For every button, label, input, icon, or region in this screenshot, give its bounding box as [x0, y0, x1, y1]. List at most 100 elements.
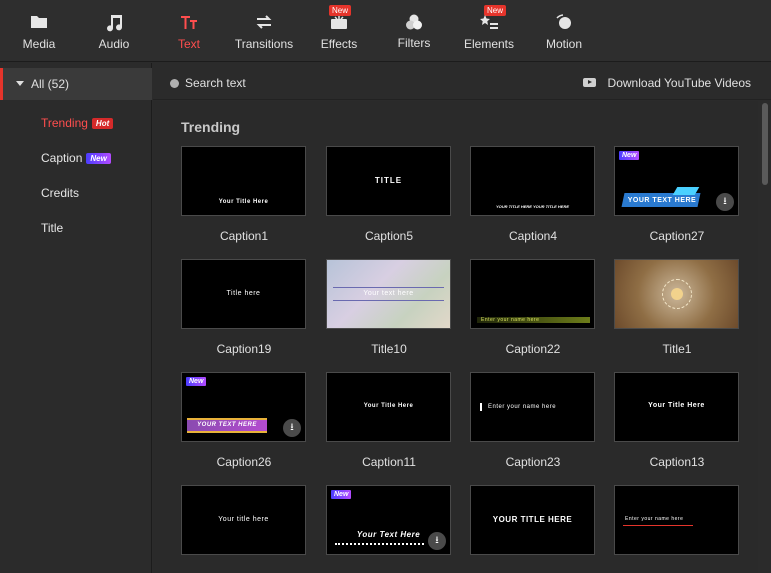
template-card-caption26[interactable]: New YOUR TEXT HERE ⭳ Caption26	[181, 372, 307, 474]
template-card-title1[interactable]: Title1	[614, 259, 740, 361]
template-name: Title10	[371, 342, 407, 356]
template-thumbnail: YOUR TITLE HERE YOUR TITLE HERE	[470, 146, 595, 216]
divider-line	[333, 287, 444, 288]
caption-marker	[480, 403, 482, 411]
thumb-text: Title here	[226, 290, 261, 297]
template-thumbnail: Your title here	[181, 485, 306, 555]
filters-icon	[406, 14, 422, 30]
template-card-caption23[interactable]: Enter your name here Caption23	[470, 372, 596, 474]
thumb-text: Enter your name here	[481, 317, 540, 323]
tab-filters[interactable]: Filters	[379, 0, 449, 62]
template-name: Title1	[662, 342, 692, 356]
template-card-caption5[interactable]: TITLE Caption5	[326, 146, 452, 248]
template-card-caption11[interactable]: Your Title Here Caption11	[326, 372, 452, 474]
sidebar-item-label: Trending	[41, 116, 88, 130]
sidebar-item-title[interactable]: Title	[41, 221, 63, 235]
new-tag: New	[331, 490, 352, 499]
template-name: Caption26	[216, 455, 272, 469]
new-tag: New	[186, 377, 207, 386]
template-card[interactable]: Enter your name here	[614, 485, 740, 573]
sidebar-all-category[interactable]: All (52)	[0, 68, 152, 100]
template-thumbnail: TITLE	[326, 146, 451, 216]
tab-text[interactable]: Text	[154, 0, 224, 62]
template-name: Caption5	[364, 229, 414, 243]
template-name: Caption13	[649, 455, 705, 469]
tab-label: Motion	[545, 37, 583, 51]
motion-icon	[556, 14, 571, 29]
sidebar-item-caption[interactable]: Caption New	[41, 151, 111, 165]
template-thumbnail	[614, 259, 739, 329]
template-thumbnail: Enter your name here	[470, 259, 595, 329]
search-input[interactable]	[185, 74, 385, 92]
new-tag: New	[619, 151, 640, 160]
sidebar-all-label: All (52)	[31, 77, 70, 91]
template-card[interactable]: Your title here	[181, 485, 307, 573]
tab-motion[interactable]: Motion	[529, 0, 599, 62]
template-card-caption19[interactable]: Title here Caption19	[181, 259, 307, 361]
template-thumbnail: Your Title Here	[181, 146, 306, 216]
sidebar-item-trending[interactable]: Trending Hot	[41, 116, 114, 130]
template-name: Caption22	[505, 342, 561, 356]
template-card-caption1[interactable]: Your Title Here Caption1	[181, 146, 307, 248]
template-card[interactable]: New Your Text Here ⭳	[326, 485, 452, 573]
main-toolbar: Media Audio Text Transitions New Effects…	[0, 0, 771, 62]
template-thumbnail: YOUR TITLE HERE	[470, 485, 595, 555]
template-thumbnail: New Your Text Here ⭳	[326, 485, 451, 555]
template-card-caption4[interactable]: YOUR TITLE HERE YOUR TITLE HERE Caption4	[470, 146, 596, 248]
template-name: Caption23	[505, 455, 561, 469]
thumb-text: TITLE	[374, 176, 403, 185]
decorative-circle	[671, 288, 683, 300]
template-card-caption13[interactable]: Your Title Here Caption13	[614, 372, 740, 474]
text-templates-panel: Trending Your Title Here Caption1 TITLE …	[153, 101, 758, 573]
youtube-download-icon[interactable]	[583, 78, 596, 87]
sidebar-item-label: Credits	[41, 186, 80, 200]
template-name: Caption11	[362, 455, 416, 469]
template-card[interactable]: YOUR TITLE HERE	[470, 485, 596, 573]
template-thumbnail: Your Title Here	[326, 372, 451, 442]
template-thumbnail: New YOUR TEXT HERE ⭳	[181, 372, 306, 442]
thumb-text: Enter your name here	[488, 404, 557, 410]
template-card-caption27[interactable]: New YOUR TEXT HERE ⭳ Caption27	[614, 146, 740, 248]
sidebar-item-label: Title	[41, 221, 64, 235]
tab-elements[interactable]: New Elements	[454, 0, 524, 62]
template-thumbnail: New YOUR TEXT HERE ⭳	[614, 146, 739, 216]
music-note-icon	[107, 15, 123, 32]
thumb-text: Enter your name here	[625, 516, 684, 522]
download-youtube-videos-link[interactable]: Download YouTube Videos	[608, 76, 751, 90]
tab-transitions[interactable]: Transitions	[229, 0, 299, 62]
caption-accent	[672, 187, 700, 195]
download-icon[interactable]: ⭳	[283, 419, 301, 437]
text-icon	[181, 16, 197, 29]
thumb-text: Your title here	[218, 516, 269, 523]
thumb-text: Your Title Here	[218, 199, 269, 205]
template-name: Caption4	[508, 229, 558, 243]
thumb-text: YOUR TITLE HERE YOUR TITLE HERE	[495, 204, 570, 209]
template-thumbnail: Title here	[181, 259, 306, 329]
download-icon[interactable]: ⭳	[428, 532, 446, 550]
scrollbar-thumb[interactable]	[762, 103, 768, 185]
tab-effects[interactable]: New Effects	[304, 0, 374, 62]
thumb-text: Your Title Here	[648, 402, 705, 409]
search-bar: Download YouTube Videos	[153, 63, 771, 100]
category-sidebar: All (52) Trending Hot Caption New Credits …	[0, 63, 152, 573]
content-scrollbar[interactable]	[759, 101, 771, 573]
template-card-caption22[interactable]: Enter your name here Caption22	[470, 259, 596, 361]
template-thumbnail: Your text here	[326, 259, 451, 329]
elements-icon	[480, 15, 498, 29]
sidebar-item-credits[interactable]: Credits	[41, 186, 79, 200]
thumb-text: Your Title Here	[363, 403, 414, 409]
divider-line	[333, 300, 444, 301]
thumb-text: YOUR TITLE HERE	[492, 515, 573, 524]
collapse-triangle-icon[interactable]	[16, 81, 24, 86]
decorative-swirl	[335, 543, 424, 545]
new-tag: New	[86, 153, 111, 164]
tab-media[interactable]: Media	[4, 0, 74, 62]
tab-audio[interactable]: Audio	[79, 0, 149, 62]
search-icon	[170, 79, 179, 88]
template-thumbnail: Enter your name here	[470, 372, 595, 442]
thumb-text: Your text here	[363, 290, 414, 297]
download-icon[interactable]: ⭳	[716, 193, 734, 211]
thumb-text: YOUR TEXT HERE	[197, 422, 257, 428]
folder-icon	[31, 16, 47, 28]
template-card-title10[interactable]: Your text here Title10	[326, 259, 452, 361]
